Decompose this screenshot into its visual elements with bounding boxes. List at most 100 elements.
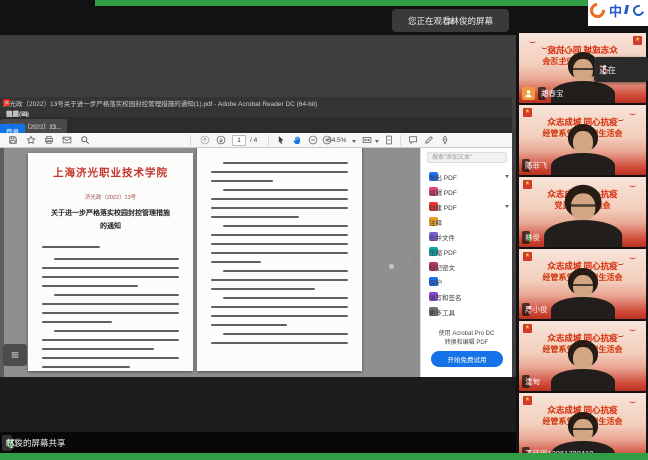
doc-text-line — [211, 306, 348, 308]
participant-video-4[interactable]: ★ 众志成城 同心抗疫 经管系党员组织生活会 严小俊 — [519, 249, 646, 319]
free-trial-button[interactable]: 开始免费试用 — [431, 351, 503, 367]
doc-text-line — [223, 333, 348, 335]
toolbar-divider — [190, 135, 191, 146]
bottom-bar: 林俊的屏幕共享 — [0, 432, 516, 454]
doc-text-line — [42, 339, 179, 341]
hand-tool-icon[interactable] — [292, 135, 302, 145]
banner-menu-icon[interactable] — [446, 16, 456, 26]
tool-item-5[interactable]: 合并文件 — [429, 230, 509, 243]
participant-video-5[interactable]: ★ 众志成城 同心抗疫 经管系党员组织生活会 沈甸 — [519, 321, 646, 391]
page1-text-block — [28, 153, 193, 371]
desktop-area — [0, 377, 516, 432]
logo-swirl-icon — [587, 0, 608, 21]
participant-video-6[interactable]: ★ 众志成城 同心抗疫 经管系党员组织生活会 王佳瑶13061788419 — [519, 393, 646, 460]
tool-item-2[interactable]: 编辑 PDF — [429, 185, 509, 198]
acrobat-tabbar: 主页 工具 济光政〔2022〕13... × 济光纪〔2022〕2... 登录 — [0, 117, 512, 133]
star-icon[interactable] — [26, 135, 36, 145]
tool-item-7[interactable]: 标记密文 — [429, 260, 509, 273]
email-icon[interactable] — [62, 135, 72, 145]
bottom-window-edge — [0, 453, 648, 460]
participant-name: 严小俊 — [525, 304, 548, 315]
tool-item-1[interactable]: 导出 PDF — [429, 170, 509, 183]
select-tool-icon[interactable] — [276, 135, 286, 145]
participant-name: 林俊 — [525, 232, 540, 243]
logo-tick-mark — [624, 5, 629, 14]
doc-text-line — [223, 270, 348, 272]
doc-text-line — [211, 171, 348, 173]
tool-item-6[interactable]: 压缩 PDF — [429, 245, 509, 258]
doc-text-line — [211, 315, 348, 317]
participant-nameplate: 林俊 — [522, 231, 530, 244]
participant-name: 沈甸 — [525, 376, 540, 387]
tool-label: 压缩 PDF — [429, 247, 457, 257]
zoom-out-icon[interactable] — [308, 135, 318, 145]
status-popup-text: 正在 — [599, 64, 616, 76]
doc-text-line — [211, 288, 315, 290]
print-icon[interactable] — [44, 135, 54, 145]
doc-text-line — [42, 246, 100, 248]
mute-status-popup: 正在 — [594, 57, 648, 82]
doc-text-line — [223, 297, 348, 299]
person-icon — [524, 89, 533, 98]
menu-help[interactable]: 帮助(H) — [6, 108, 28, 118]
tool-label: 合并文件 — [429, 232, 455, 242]
tool-item-9[interactable]: 填写和签名 — [429, 290, 509, 303]
page-down-icon[interactable] — [216, 135, 226, 145]
fit-page-icon[interactable] — [384, 135, 394, 145]
doc-text-line — [211, 216, 299, 218]
doc-text-line — [42, 348, 154, 350]
doc-text-line — [223, 189, 348, 191]
page-number-input[interactable]: 1 — [232, 135, 246, 146]
acrobat-window-title: 济光政〔2022〕13号关于进一步严格落实校园封控管理措施的通知(1).pdf … — [3, 98, 317, 108]
promo-line1: 使用 Acrobat Pro DC — [421, 328, 512, 337]
search-icon[interactable] — [80, 135, 90, 145]
tool-label: 编辑 PDF — [429, 187, 457, 197]
zoom-caret-icon[interactable] — [352, 140, 356, 143]
participant-name: 胡春宝 — [541, 88, 564, 99]
tool-label: 填写和签名 — [429, 292, 462, 302]
doc-text-line — [211, 324, 287, 326]
save-icon[interactable] — [8, 135, 18, 145]
chevron-down-icon — [505, 175, 509, 178]
doc-text-line — [211, 180, 273, 182]
participant-nameplate: 严小俊 — [522, 303, 530, 316]
toolbar-divider — [400, 135, 401, 146]
doc-text-line — [54, 330, 179, 332]
participant-name: 陈菲飞 — [525, 160, 548, 171]
doc-text-line — [42, 321, 112, 323]
tool-label: 保护 — [429, 277, 442, 287]
close-button[interactable]: × — [3, 100, 11, 106]
pencil-icon[interactable] — [424, 135, 434, 145]
panel-collapse-handle[interactable] — [414, 258, 418, 266]
participant-nameplate: 胡春宝 — [538, 87, 546, 100]
tool-item-4[interactable]: 注释 — [429, 215, 509, 228]
thumbnails-list-icon — [10, 350, 20, 360]
document-viewport: 上海济光职业技术学院 济光政〔2022〕13号 关于进一步严格落实校园封控管理措… — [0, 148, 512, 377]
fit-caret-icon[interactable] — [375, 140, 379, 143]
pdf-page-2 — [197, 148, 362, 371]
participant-video-2[interactable]: ★ 众志成城 同心抗疫 经管系党员组织生活会 陈菲飞 — [519, 105, 646, 175]
doc-text-line — [54, 294, 179, 296]
screen-share-label: 林俊的屏幕共享 — [2, 435, 12, 451]
doc-text-line — [42, 312, 179, 314]
tool-item-10[interactable]: 更多工具 — [429, 305, 509, 318]
participant-video-3-active[interactable]: ★ 众志成城 同心抗疫 党员组织生活会 林俊 — [519, 177, 646, 247]
fit-width-icon[interactable] — [362, 135, 372, 145]
tool-item-3[interactable]: 创建 PDF — [429, 200, 509, 213]
watching-banner[interactable]: 您正在观看林俊的屏幕 — [392, 9, 509, 32]
doc-text-line — [42, 276, 179, 278]
fill-sign-icon[interactable] — [440, 135, 450, 145]
top-window-edge — [95, 0, 588, 6]
comment-icon[interactable] — [408, 135, 418, 145]
chevron-down-icon — [505, 205, 509, 208]
left-window-edge — [0, 148, 4, 377]
zoom-level-dropdown[interactable]: 54.5% — [328, 137, 346, 144]
page-thumbnails-toggle[interactable] — [3, 344, 27, 366]
doc-text-line — [42, 357, 179, 359]
doc-text-line — [211, 342, 348, 344]
share-label-text: 林俊的屏幕共享 — [6, 437, 66, 449]
toolbar-divider — [268, 135, 269, 146]
participant-nameplate: 沈甸 — [522, 375, 530, 388]
page-up-icon[interactable] — [200, 135, 210, 145]
tool-item-8[interactable]: 保护 — [429, 275, 509, 288]
